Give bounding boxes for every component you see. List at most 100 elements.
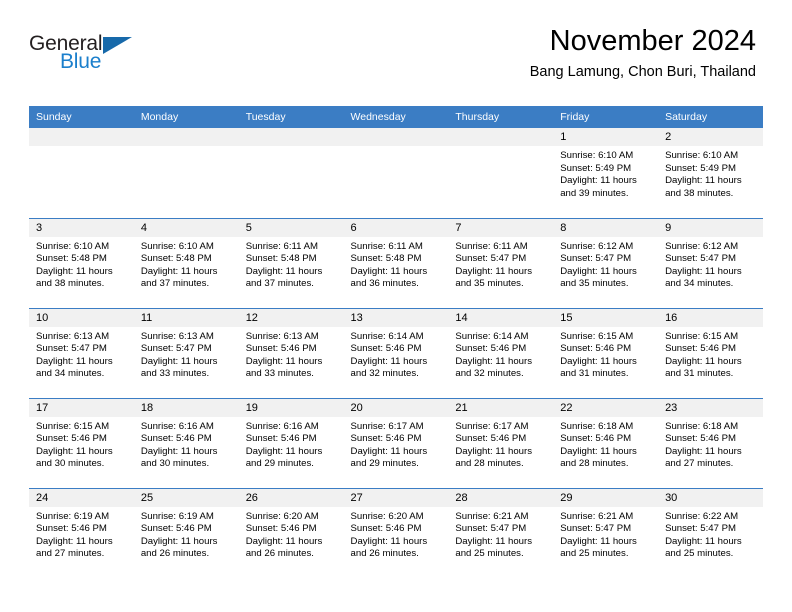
day-details: Sunrise: 6:11 AM Sunset: 5:48 PM Daylight:… — [239, 237, 344, 291]
sunrise-text: Sunrise: 6:14 AM — [350, 330, 424, 342]
day-number: 14 — [448, 308, 554, 327]
calendar-day-cell[interactable]: 4 Sunrise: 6:10 AM Sunset: 5:48 PM Daylight… — [133, 217, 239, 308]
day-cell-inner: 11 Sunrise: 6:13 AM Sunset: 5:47 PM Dayligh… — [133, 308, 239, 398]
calendar-day-cell[interactable]: 7 Sunrise: 6:11 AM Sunset: 5:47 PM Daylight… — [448, 217, 554, 308]
sunrise-text: Sunrise: 6:20 AM — [350, 510, 424, 522]
day-number: 26 — [238, 488, 344, 507]
day-number — [448, 128, 554, 146]
calendar-week-row: 10 Sunrise: 6:13 AM Sunset: 5:47 PM Dayligh… — [29, 307, 763, 398]
calendar-day-cell[interactable]: 6 Sunrise: 6:11 AM Sunset: 5:48 PM Daylight… — [343, 217, 449, 308]
day-cell-inner: 27 Sunrise: 6:20 AM Sunset: 5:46 PM Dayligh… — [343, 488, 449, 579]
weekday-header-wednesday: Wednesday — [343, 106, 449, 128]
sunrise-text: Sunrise: 6:17 AM — [455, 420, 529, 432]
page-header: General Blue November 2024 Bang Lamung, … — [0, 0, 792, 81]
sunset-text: Sunset: 5:48 PM — [140, 253, 212, 265]
day-number: 17 — [29, 398, 134, 417]
calendar-day-cell[interactable]: 9 Sunrise: 6:12 AM Sunset: 5:47 PM Daylight… — [658, 217, 763, 308]
sunrise-text: Sunrise: 6:14 AM — [455, 330, 529, 342]
day-cell-inner: 16 Sunrise: 6:15 AM Sunset: 5:46 PM Dayligh… — [658, 308, 763, 398]
sunset-text: Sunset: 5:46 PM — [350, 343, 422, 355]
day-details: Sunrise: 6:16 AM Sunset: 5:46 PM Daylight:… — [239, 417, 344, 471]
calendar-day-cell[interactable]: 22 Sunrise: 6:18 AM Sunset: 5:46 PM Dayligh… — [553, 397, 659, 488]
day-cell-inner — [29, 128, 134, 218]
calendar-day-cell[interactable]: 12 Sunrise: 6:13 AM Sunset: 5:46 PM Dayligh… — [238, 307, 344, 398]
weekday-header-row: Sunday Monday Tuesday Wednesday Thursday Frid… — [29, 106, 763, 128]
day-details: Sunrise: 6:17 AM Sunset: 5:46 PM Daylight:… — [344, 417, 449, 471]
day-number: 4 — [133, 218, 239, 237]
day-details: Sunrise: 6:19 AM Sunset: 5:46 PM Daylight:… — [29, 507, 134, 561]
sunset-text: Sunset: 5:49 PM — [560, 162, 632, 174]
calendar-day-cell[interactable]: 23 Sunrise: 6:18 AM Sunset: 5:46 PM Dayligh… — [658, 397, 763, 488]
day-details: Sunrise: 6:21 AM Sunset: 5:47 PM Daylight:… — [448, 507, 553, 561]
day-cell-inner: 24 Sunrise: 6:19 AM Sunset: 5:46 PM Dayligh… — [29, 488, 134, 579]
calendar-day-cell[interactable]: 18 Sunrise: 6:16 AM Sunset: 5:46 PM Dayligh… — [133, 397, 239, 488]
title-block: November 2024 Bang Lamung, Chon Buri, Th… — [530, 26, 756, 81]
daylight-text: Daylight: 11 hours and 30 minutes. — [36, 445, 113, 470]
day-number: 1 — [553, 128, 659, 146]
day-details: Sunrise: 6:10 AM Sunset: 5:48 PM Daylight:… — [29, 237, 134, 291]
calendar-day-cell[interactable]: 30 Sunrise: 6:22 AM Sunset: 5:47 PM Dayligh… — [658, 487, 763, 578]
day-details: Sunrise: 6:11 AM Sunset: 5:47 PM Daylight:… — [448, 237, 553, 291]
sunrise-text: Sunrise: 6:10 AM — [560, 150, 634, 161]
sunset-text: Sunset: 5:46 PM — [560, 343, 632, 355]
day-details: Sunrise: 6:20 AM Sunset: 5:46 PM Daylight:… — [239, 507, 344, 561]
daylight-text: Daylight: 11 hours and 30 minutes. — [140, 445, 218, 470]
sunset-text: Sunset: 5:46 PM — [665, 433, 736, 445]
daylight-text: Daylight: 11 hours and 28 minutes. — [560, 445, 637, 470]
day-number: 11 — [133, 308, 239, 327]
day-cell-inner — [343, 128, 449, 218]
calendar-day-cell[interactable]: 1 Sunrise: 6:10 AM Sunset: 5:49 PM Daylight… — [553, 128, 659, 218]
weekday-header-thursday: Thursday — [448, 106, 554, 128]
weekday-header-tuesday: Tuesday — [238, 106, 344, 128]
sunset-text: Sunset: 5:46 PM — [245, 343, 317, 355]
day-number — [238, 128, 344, 146]
day-details: Sunrise: 6:12 AM Sunset: 5:47 PM Daylight:… — [553, 237, 658, 291]
calendar-day-cell[interactable]: 29 Sunrise: 6:21 AM Sunset: 5:47 PM Dayligh… — [553, 487, 659, 578]
daylight-text: Daylight: 11 hours and 37 minutes. — [140, 265, 218, 290]
day-details: Sunrise: 6:13 AM Sunset: 5:47 PM Daylight:… — [134, 327, 239, 381]
calendar-day-cell[interactable]: 11 Sunrise: 6:13 AM Sunset: 5:47 PM Dayligh… — [133, 307, 239, 398]
calendar-day-cell[interactable]: 26 Sunrise: 6:20 AM Sunset: 5:46 PM Dayligh… — [238, 487, 344, 578]
weekday-header-saturday: Saturday — [658, 106, 763, 128]
day-number: 28 — [448, 488, 554, 507]
day-cell-inner — [448, 128, 554, 218]
calendar-day-cell[interactable]: 8 Sunrise: 6:12 AM Sunset: 5:47 PM Daylight… — [553, 217, 659, 308]
calendar-day-cell[interactable]: 10 Sunrise: 6:13 AM Sunset: 5:47 PM Dayligh… — [29, 307, 134, 398]
sunset-text: Sunset: 5:46 PM — [36, 433, 107, 445]
calendar-day-cell[interactable]: 21 Sunrise: 6:17 AM Sunset: 5:46 PM Dayligh… — [448, 397, 554, 488]
calendar-day-cell[interactable]: 14 Sunrise: 6:14 AM Sunset: 5:46 PM Dayligh… — [448, 307, 554, 398]
calendar-day-cell[interactable]: 27 Sunrise: 6:20 AM Sunset: 5:46 PM Dayligh… — [343, 487, 449, 579]
day-cell-inner: 15 Sunrise: 6:15 AM Sunset: 5:46 PM Dayligh… — [553, 308, 659, 398]
weekday-header-friday: Friday — [553, 106, 659, 128]
day-cell-inner: 6 Sunrise: 6:11 AM Sunset: 5:48 PM Daylight… — [343, 218, 449, 308]
day-details: Sunrise: 6:15 AM Sunset: 5:46 PM Daylight:… — [29, 417, 134, 471]
sunrise-text: Sunrise: 6:21 AM — [560, 510, 634, 522]
calendar-day-cell[interactable]: 5 Sunrise: 6:11 AM Sunset: 5:48 PM Daylight… — [238, 217, 344, 308]
day-details: Sunrise: 6:10 AM Sunset: 5:48 PM Daylight:… — [134, 237, 239, 291]
daylight-text: Daylight: 11 hours and 39 minutes. — [560, 175, 637, 199]
calendar-day-cell[interactable]: 28 Sunrise: 6:21 AM Sunset: 5:47 PM Dayligh… — [448, 487, 554, 578]
calendar-day-cell-empty — [343, 128, 449, 218]
calendar-day-cell[interactable]: 20 Sunrise: 6:17 AM Sunset: 5:46 PM Dayligh… — [343, 397, 449, 488]
calendar-day-cell[interactable]: 25 Sunrise: 6:19 AM Sunset: 5:46 PM Dayligh… — [133, 487, 239, 578]
day-number: 3 — [29, 218, 134, 237]
day-details: Sunrise: 6:13 AM Sunset: 5:46 PM Daylight:… — [239, 327, 344, 381]
day-cell-inner — [133, 128, 239, 218]
calendar-day-cell[interactable]: 24 Sunrise: 6:19 AM Sunset: 5:46 PM Dayligh… — [29, 487, 134, 579]
day-number — [29, 128, 134, 146]
general-blue-logo[interactable]: General Blue — [29, 33, 149, 81]
day-number: 29 — [553, 488, 659, 507]
calendar-day-cell[interactable]: 19 Sunrise: 6:16 AM Sunset: 5:46 PM Dayligh… — [238, 397, 344, 488]
calendar-day-cell[interactable]: 17 Sunrise: 6:15 AM Sunset: 5:46 PM Dayligh… — [29, 397, 134, 488]
calendar-day-cell[interactable]: 13 Sunrise: 6:14 AM Sunset: 5:46 PM Dayligh… — [343, 307, 449, 398]
page-title: November 2024 — [549, 25, 756, 57]
daylight-text: Daylight: 11 hours and 32 minutes. — [350, 355, 428, 380]
calendar-day-cell[interactable]: 3 Sunrise: 6:10 AM Sunset: 5:48 PM Daylight… — [29, 217, 134, 308]
calendar-day-cell[interactable]: 15 Sunrise: 6:15 AM Sunset: 5:46 PM Dayligh… — [553, 307, 659, 398]
calendar-day-cell[interactable]: 2 Sunrise: 6:10 AM Sunset: 5:49 PM Daylight… — [658, 128, 763, 218]
day-details: Sunrise: 6:20 AM Sunset: 5:46 PM Daylight:… — [344, 507, 449, 561]
sunset-text: Sunset: 5:46 PM — [455, 343, 527, 355]
day-details: Sunrise: 6:21 AM Sunset: 5:47 PM Daylight:… — [553, 507, 658, 561]
calendar-day-cell[interactable]: 16 Sunrise: 6:15 AM Sunset: 5:46 PM Dayligh… — [658, 307, 763, 398]
day-cell-inner: 4 Sunrise: 6:10 AM Sunset: 5:48 PM Daylight… — [133, 218, 239, 308]
